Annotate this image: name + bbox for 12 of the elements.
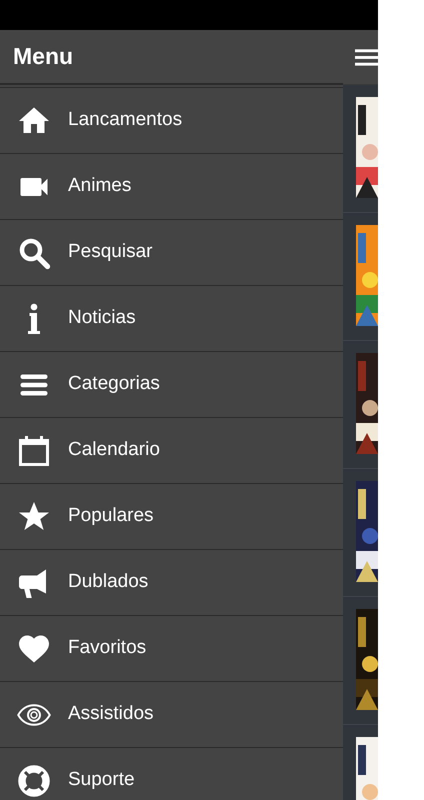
- menu-item[interactable]: Lancamentos: [0, 88, 343, 154]
- menu-item[interactable]: Suporte: [0, 748, 343, 800]
- menu-item[interactable]: Categorias: [0, 352, 343, 418]
- menu-item[interactable]: Animes: [0, 154, 343, 220]
- menu-item[interactable]: Populares: [0, 484, 343, 550]
- menu-item[interactable]: Calendario: [0, 418, 343, 484]
- menu-item[interactable]: Pesquisar: [0, 220, 343, 286]
- menu-item[interactable]: Assistidos: [0, 682, 343, 748]
- menu-item[interactable]: Favoritos: [0, 616, 343, 682]
- menu-icon[interactable]: [355, 47, 378, 67]
- drawer-title: Menu: [13, 42, 74, 72]
- menu-item[interactable]: Dublados: [0, 550, 343, 616]
